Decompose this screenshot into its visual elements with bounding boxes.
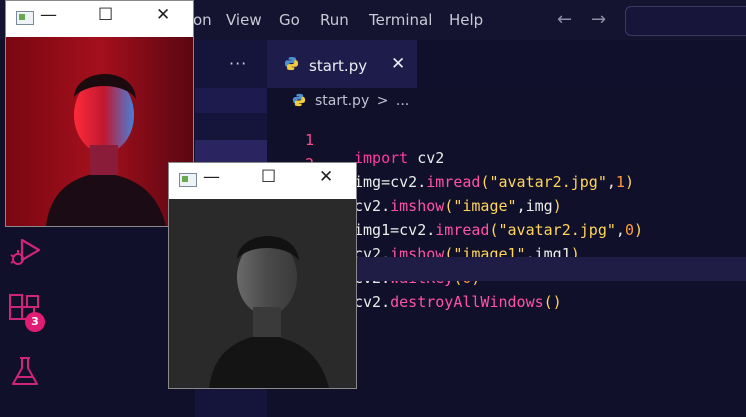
- breadcrumb-file[interactable]: start.py: [315, 93, 369, 109]
- minimize-icon[interactable]: —: [40, 5, 57, 25]
- tab-label: start.py: [309, 57, 368, 75]
- close-icon[interactable]: ✕: [156, 5, 170, 25]
- run-debug-icon[interactable]: [8, 236, 42, 268]
- code-line[interactable]: 1 import cv2: [267, 113, 746, 167]
- forward-arrow-icon[interactable]: →: [591, 9, 606, 30]
- python-file-icon: [284, 56, 299, 71]
- image-window-gray[interactable]: — ☐ ✕: [168, 162, 357, 389]
- maximize-icon[interactable]: ☐: [98, 5, 113, 25]
- extensions-count-badge: 3: [25, 312, 45, 332]
- color-image: [6, 37, 193, 226]
- app-icon: [179, 173, 197, 187]
- close-icon[interactable]: ✕: [391, 54, 405, 74]
- more-actions-icon[interactable]: ···: [229, 54, 247, 73]
- menu-item-run[interactable]: Run: [320, 11, 349, 29]
- menu-item-terminal[interactable]: Terminal: [369, 11, 432, 29]
- menu-item-view[interactable]: View: [226, 11, 262, 29]
- window-titlebar[interactable]: — ☐ ✕: [6, 1, 193, 37]
- code-text: cv2.destroyAllWindows(): [354, 293, 562, 311]
- menu-item-selection[interactable]: on: [193, 11, 212, 29]
- portrait-grayscale-image: [169, 199, 356, 388]
- back-arrow-icon[interactable]: ←: [557, 9, 572, 30]
- tab-start-py[interactable]: start.py ✕: [267, 40, 417, 88]
- portrait-color-image: [6, 37, 193, 226]
- breadcrumb-separator: >: [376, 93, 389, 109]
- app-icon: [16, 11, 34, 25]
- python-file-icon: [292, 93, 306, 107]
- menu-item-help[interactable]: Help: [449, 11, 483, 29]
- grayscale-image: [169, 199, 356, 388]
- close-icon[interactable]: ✕: [319, 167, 333, 187]
- minimize-icon[interactable]: —: [203, 167, 220, 187]
- explorer-row[interactable]: [195, 88, 267, 113]
- command-center-search[interactable]: [625, 6, 746, 36]
- maximize-icon[interactable]: ☐: [261, 167, 276, 187]
- breadcrumb-more[interactable]: ...: [396, 93, 409, 109]
- breadcrumb[interactable]: start.py > ...: [315, 93, 409, 109]
- menu-item-go[interactable]: Go: [279, 11, 300, 29]
- window-titlebar[interactable]: — ☐ ✕: [169, 163, 356, 199]
- flask-icon[interactable]: [10, 356, 40, 388]
- code-line[interactable]: 2 img=cv2.imread("avatar2.jpg",1): [267, 137, 746, 191]
- image-window-color[interactable]: — ☐ ✕: [5, 0, 194, 227]
